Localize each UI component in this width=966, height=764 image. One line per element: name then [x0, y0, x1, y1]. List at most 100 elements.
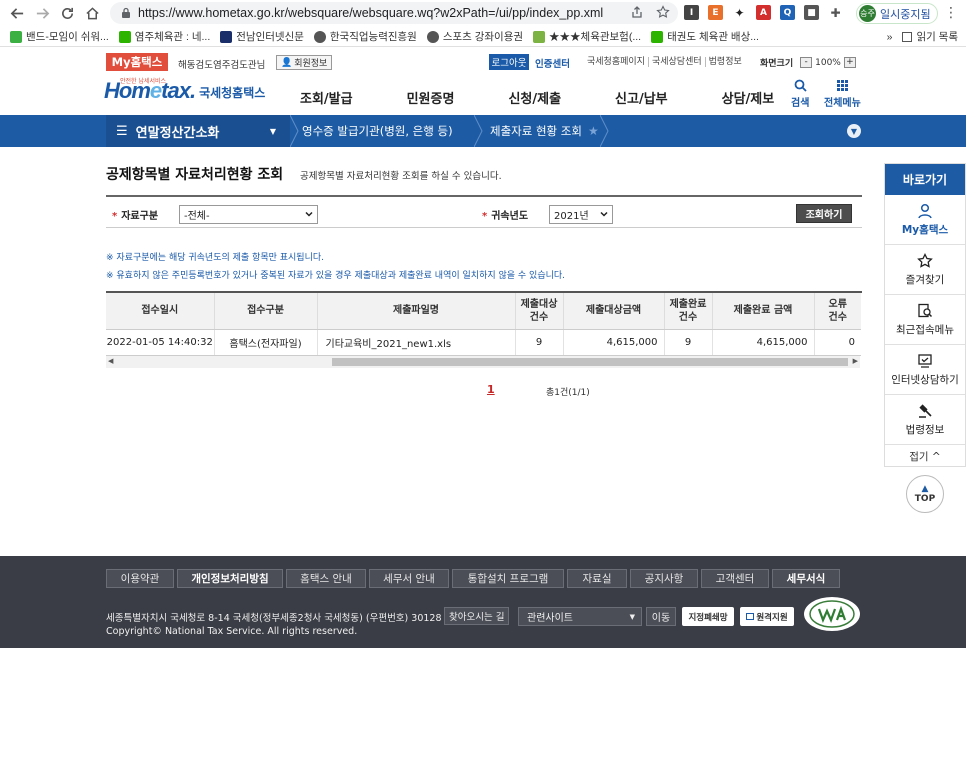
cert-center-link[interactable]: 인증센터	[535, 56, 570, 70]
extension-pdf-icon[interactable]: A	[756, 5, 771, 20]
zoom-label: 화면크기	[760, 59, 794, 69]
footer-customer-center[interactable]: 고객센터	[701, 569, 769, 588]
favorite-star-icon[interactable]: ★	[588, 124, 599, 138]
home-icon[interactable]	[81, 3, 103, 25]
reload-icon[interactable]	[56, 3, 78, 25]
menu-report-pay[interactable]: 신고/납부	[615, 88, 668, 107]
scroll-top-button[interactable]: ▲ TOP	[906, 475, 944, 513]
data-type-select[interactable]: -전체-	[179, 205, 318, 224]
breadcrumb-expand-icon[interactable]: ▼	[847, 124, 861, 138]
extension-orange-icon[interactable]: E	[708, 5, 723, 20]
pagination-page-1[interactable]: 1	[487, 383, 495, 396]
grid-horizontal-scrollbar[interactable]: ◀ ▶	[106, 356, 860, 368]
scroll-right-icon[interactable]: ▶	[853, 357, 858, 365]
menu-certificate[interactable]: 민원증명	[407, 88, 455, 107]
breadcrumb-root-dropdown[interactable]: ☰ 연말정산간소화 ▼	[106, 115, 290, 147]
extension-i-icon[interactable]: I	[684, 5, 699, 20]
directions-button[interactable]: 찾아오시는 길	[444, 607, 510, 625]
nts-home-link[interactable]: 국세청홈페이지	[584, 57, 648, 67]
table-row[interactable]: 2022-01-05 14:40:32 홈택스(전자파일) 기타교육비_2021…	[106, 329, 861, 356]
zoom-value: 100%	[815, 57, 841, 68]
reading-list-button[interactable]: 읽기 목록	[902, 29, 958, 44]
breadcrumb-level-3[interactable]: 제출자료 현황 조회 ★	[490, 115, 599, 147]
extension-doc-icon[interactable]: ■	[804, 5, 819, 20]
cell-error-count: 0	[814, 329, 861, 356]
quick-online-counsel[interactable]: 인터넷상담하기	[885, 345, 965, 395]
search-panel: * 자료구분 -전체- * 귀속년도 2021년 조회하기	[106, 195, 862, 228]
bookmark-item[interactable]: 태권도 체육관 배상...	[651, 29, 759, 44]
extension-bird-icon[interactable]: ✦	[732, 5, 747, 20]
all-menu-button[interactable]: 전체메뉴	[824, 79, 861, 109]
closed-network-badge[interactable]: 지정폐쇄망	[682, 607, 734, 626]
breadcrumb-level-2[interactable]: 영수증 발급기관(병원, 은행 등)	[302, 115, 453, 147]
share-icon[interactable]	[630, 5, 644, 19]
recent-search-icon	[918, 303, 933, 317]
bookmark-item[interactable]: 한국직업능력진흥원	[313, 29, 417, 44]
naver-icon	[651, 30, 664, 43]
col-header[interactable]: 제출완료 금액	[712, 293, 815, 330]
scroll-left-icon[interactable]: ◀	[108, 357, 113, 365]
globe-icon	[313, 30, 326, 43]
menu-apply[interactable]: 신청/제출	[508, 88, 561, 107]
footer-install-program[interactable]: 통합설치 프로그램	[452, 569, 564, 588]
more-bookmarks-icon[interactable]: »	[887, 31, 893, 43]
bookmark-item[interactable]: 밴드-모임이 쉬워...	[10, 29, 109, 44]
footer-office-guide[interactable]: 세무서 안내	[369, 569, 449, 588]
back-icon[interactable]	[6, 3, 28, 25]
quick-my-hometax[interactable]: My홈택스	[885, 195, 965, 245]
member-info-button[interactable]: 👤 회원정보	[276, 55, 333, 70]
profile-button[interactable]: 승주 일시중지됨	[856, 3, 938, 24]
search-submit-button[interactable]: 조회하기	[796, 204, 852, 223]
zoom-in-button[interactable]: +	[843, 57, 856, 68]
footer-notices[interactable]: 공지사항	[630, 569, 698, 588]
col-header[interactable]: 접수구분	[214, 293, 318, 330]
footer-terms[interactable]: 이용약관	[106, 569, 174, 588]
remote-support-badge[interactable]: 원격지원	[740, 607, 794, 626]
footer-library[interactable]: 자료실	[567, 569, 627, 588]
bookmark-item[interactable]: 스포츠 강좌이용권	[426, 29, 523, 44]
tax-year-select[interactable]: 2021년	[549, 205, 613, 224]
footer-hometax-guide[interactable]: 홈택스 안내	[286, 569, 366, 588]
browser-toolbar: https://www.hometax.go.kr/websquare/webs…	[0, 0, 966, 27]
chevron-down-icon	[305, 211, 313, 217]
law-info-link[interactable]: 법령정보	[704, 57, 745, 67]
bookmark-item[interactable]: 염주체육관 : 네...	[118, 29, 210, 44]
menu-counsel[interactable]: 상담/제보	[722, 88, 775, 107]
go-button[interactable]: 이동	[646, 607, 676, 626]
col-header[interactable]: 제출대상 건수	[515, 293, 564, 330]
menu-inquiry[interactable]: 조회/발급	[300, 88, 353, 107]
hometax-logo[interactable]: 안전한 납세서비스 Hometax. 국세청홈택스	[104, 78, 265, 104]
extensions-puzzle-icon[interactable]: ✚	[828, 5, 843, 20]
col-header[interactable]: 제출완료 건수	[664, 293, 713, 330]
arrow-up-icon: ▲	[921, 483, 929, 494]
profile-status-label: 일시중지됨	[880, 8, 931, 21]
bookmarks-bar: 밴드-모임이 쉬워... 염주체육관 : 네... 전남인터넷신문 한국직업능력…	[0, 27, 966, 47]
address-bar[interactable]: https://www.hometax.go.kr/websquare/webs…	[110, 2, 678, 24]
col-header[interactable]: 접수일시	[106, 293, 215, 330]
related-sites-select[interactable]: 관련사이트 ▼	[518, 607, 642, 626]
search-button[interactable]: 검색	[791, 79, 809, 109]
col-header[interactable]: 제출파일명	[317, 293, 516, 330]
chrome-menu-icon[interactable]: ⋮	[944, 5, 958, 21]
quick-favorites[interactable]: 즐겨찾기	[885, 245, 965, 295]
tax-counsel-link[interactable]: 국세상담센터	[647, 57, 705, 67]
site-header: 안전한 납세서비스 Hometax. 국세청홈택스 조회/발급 민원증명 신청/…	[0, 73, 966, 115]
col-header[interactable]: 제출대상금액	[563, 293, 665, 330]
col-header[interactable]: 오류 건수	[814, 293, 861, 330]
bookmark-item[interactable]: 전남인터넷신문	[220, 29, 304, 44]
bookmark-star-icon[interactable]	[656, 5, 670, 19]
quick-law-info[interactable]: 법령정보	[885, 395, 965, 445]
quick-recent-menu[interactable]: 최근접속메뉴	[885, 295, 965, 345]
bookmark-item[interactable]: ★★★체육관보험(...	[533, 29, 641, 44]
footer-tax-forms[interactable]: 세무서식	[772, 569, 840, 588]
my-hometax-tab[interactable]: My홈택스	[106, 53, 168, 71]
zoom-out-button[interactable]: -	[800, 57, 813, 68]
util-links: 국세청홈페이지 국세상담센터 법령정보	[584, 57, 745, 67]
cell-target-count: 9	[515, 329, 564, 356]
quick-collapse-button[interactable]: 접기 ^	[885, 445, 965, 467]
logout-button[interactable]: 로그아웃	[489, 54, 529, 70]
forward-icon[interactable]	[31, 3, 53, 25]
footer-privacy[interactable]: 개인정보처리방침	[177, 569, 283, 588]
extension-search-icon[interactable]: Q	[780, 5, 795, 20]
scrollbar-thumb[interactable]	[332, 358, 848, 366]
